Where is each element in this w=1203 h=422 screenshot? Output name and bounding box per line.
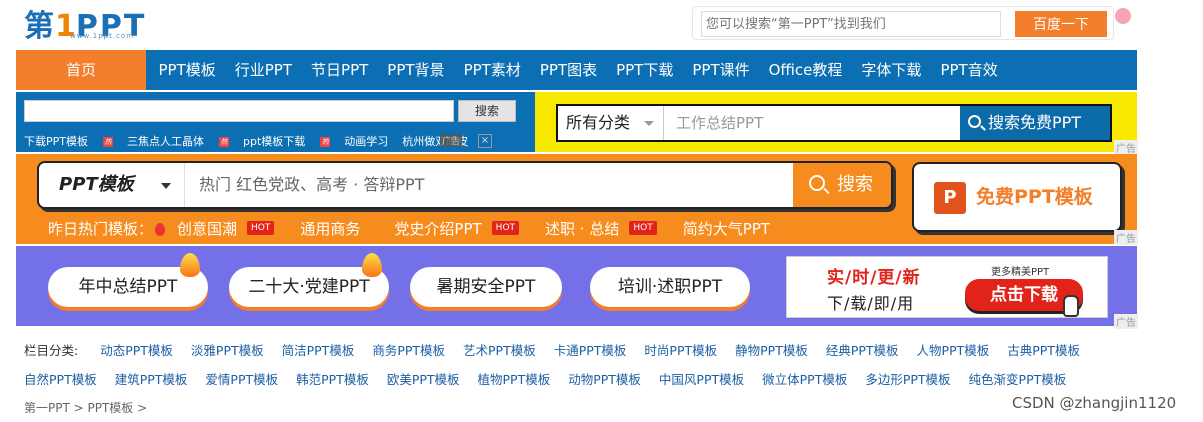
nav-item[interactable]: 字体下载 xyxy=(852,50,931,90)
download-ad-line2: 下/载/即/用 xyxy=(827,294,915,313)
download-ad-line1: 实/时/更/新 xyxy=(827,268,921,288)
search-free-ppt-label: 搜索免费PPT xyxy=(988,113,1082,132)
ppt-search-label: 搜索 xyxy=(837,174,873,195)
nav-item[interactable]: 行业PPT xyxy=(225,50,301,90)
category-link[interactable]: 韩范PPT模板 xyxy=(296,372,369,387)
powerpoint-icon: P xyxy=(934,182,966,214)
category-link[interactable]: 静物PPT模板 xyxy=(735,343,808,358)
hot-badge-icon: 热 xyxy=(320,137,331,147)
category-link[interactable]: 微立体PPT模板 xyxy=(762,372,847,387)
nav-item[interactable]: PPT背景 xyxy=(378,50,454,90)
category-link[interactable]: 爱情PPT模板 xyxy=(205,372,278,387)
yesterday-hot-row: 昨日热门模板： 创意国潮 HOT 通用商务 党史介绍PPT HOT 述职 · 总… xyxy=(48,218,780,238)
pill-link[interactable]: 培训·述职PPT xyxy=(590,267,750,307)
yesterday-hot-label: 昨日热门模板： xyxy=(48,218,166,239)
category-link[interactable]: 古典PPT模板 xyxy=(1007,343,1080,358)
ppt-search-box: PPT模板 热门 红色党政、高考 · 答辩PPT 搜索 xyxy=(37,161,893,209)
hot-badge: HOT xyxy=(629,221,657,235)
fire-icon xyxy=(155,222,166,236)
hot-link[interactable]: 下载PPT模板 热 xyxy=(24,133,113,149)
pointer-hand-icon xyxy=(1063,295,1079,317)
category-search-input[interactable]: 工作总结PPT xyxy=(676,106,954,140)
category-link[interactable]: 中国风PPT模板 xyxy=(659,372,744,387)
ad-search-button[interactable]: 搜索 xyxy=(458,100,516,122)
nav-item[interactable]: 节日PPT xyxy=(302,50,378,90)
nav-item[interactable]: PPT音效 xyxy=(931,50,1007,90)
chevron-down-icon xyxy=(161,183,171,189)
hot-link-label: ppt模板下载 xyxy=(243,135,306,148)
category-link[interactable]: 淡雅PPT模板 xyxy=(191,343,264,358)
logo-part-1: 第 xyxy=(24,9,55,44)
nav-item[interactable]: Office教程 xyxy=(759,50,852,90)
download-ad[interactable]: 实/时/更/新 下/载/即/用 更多精美PPT 点击下载 xyxy=(786,256,1108,318)
category-link[interactable]: 多边形PPT模板 xyxy=(865,372,950,387)
category-link[interactable]: 人物PPT模板 xyxy=(917,343,990,358)
search-icon xyxy=(809,175,825,191)
category-link[interactable]: 纯色渐变PPT模板 xyxy=(969,372,1067,387)
category-link[interactable]: 卡通PPT模板 xyxy=(554,343,627,358)
category-link[interactable]: 动物PPT模板 xyxy=(568,372,641,387)
nav-item[interactable]: PPT素材 xyxy=(454,50,530,90)
search-free-ppt-button[interactable]: 搜索免费PPT xyxy=(960,106,1110,140)
category-link[interactable]: 经典PPT模板 xyxy=(826,343,899,358)
hot-link-label: 下载PPT模板 xyxy=(24,135,88,148)
hot-badge: HOT xyxy=(491,221,520,235)
hot-link[interactable]: 三焦点人工晶体 热 xyxy=(127,133,229,149)
pill-link[interactable]: 暑期安全PPT xyxy=(410,267,562,307)
nav-items: PPT模板 行业PPT 节日PPT PPT背景 PPT素材 PPT图表 PPT下… xyxy=(149,50,1007,90)
ppt-search-button[interactable]: 搜索 xyxy=(793,163,891,207)
breadcrumb: 第一PPT > PPT模板 > xyxy=(24,401,148,415)
category-search-box: 所有分类 工作总结PPT 搜索免费PPT xyxy=(556,104,1112,142)
hot-template-link[interactable]: 创意国潮 xyxy=(177,218,237,239)
category-link[interactable]: 动态PPT模板 xyxy=(100,343,173,358)
category-link[interactable]: 艺术PPT模板 xyxy=(463,343,536,358)
category-link[interactable]: 商务PPT模板 xyxy=(372,343,445,358)
ppt-search-input[interactable]: 热门 红色党政、高考 · 答辩PPT xyxy=(199,163,789,207)
hot-link[interactable]: ppt模板下载 热 xyxy=(243,133,331,149)
hot-template-link[interactable]: 简约大气PPT xyxy=(683,218,770,239)
category-list: 栏目分类: 动态PPT模板 淡雅PPT模板 简洁PPT模板 商务PPT模板 艺术… xyxy=(24,336,1134,394)
hot-badge-icon: 热 xyxy=(103,137,113,147)
close-icon[interactable]: × xyxy=(478,134,492,148)
download-ad-more: 更多精美PPT xyxy=(991,267,1050,278)
ad-label: 广告 xyxy=(1114,140,1138,155)
search-icon xyxy=(968,115,981,128)
nav-home[interactable]: 首页 xyxy=(16,50,146,90)
hot-badge-icon: 热 xyxy=(219,137,229,147)
chevron-down-icon xyxy=(644,121,654,126)
logo-url: www.1ppt.com xyxy=(70,32,135,40)
hot-link[interactable]: 动画学习 xyxy=(344,133,388,149)
yesterday-hot-text: 昨日热门模板： xyxy=(48,219,154,238)
ad-label: 广告 xyxy=(1114,230,1138,245)
category-link[interactable]: 简洁PPT模板 xyxy=(282,343,355,358)
category-link[interactable]: 建筑PPT模板 xyxy=(115,372,188,387)
top-search-bar: 百度一下 xyxy=(692,6,1114,40)
hot-link-label: 三焦点人工晶体 xyxy=(127,135,204,148)
nav-item[interactable]: PPT课件 xyxy=(683,50,759,90)
category-link[interactable]: 欧美PPT模板 xyxy=(387,372,460,387)
hot-template-link[interactable]: 党史介绍PPT xyxy=(394,218,481,239)
watermark: CSDN @zhangjin1120 xyxy=(1012,394,1177,412)
top-search-input[interactable] xyxy=(701,11,1001,37)
baidu-search-button[interactable]: 百度一下 xyxy=(1015,11,1107,37)
main-nav: 首页 PPT模板 行业PPT 节日PPT PPT背景 PPT素材 PPT图表 P… xyxy=(16,50,1137,90)
category-list-label: 栏目分类: xyxy=(24,343,79,358)
nav-item[interactable]: PPT下载 xyxy=(607,50,683,90)
category-link[interactable]: 植物PPT模板 xyxy=(478,372,551,387)
free-ppt-template-button[interactable]: P 免费PPT模板 xyxy=(912,162,1122,232)
ad-label: 广告 xyxy=(1114,314,1138,329)
ad-tag: 广告 xyxy=(440,134,463,147)
decorative-ball xyxy=(1115,8,1131,24)
hot-template-link[interactable]: 述职 · 总结 xyxy=(545,218,619,239)
hot-template-link[interactable]: 通用商务 xyxy=(300,218,360,239)
ad-hot-links: 下载PPT模板热 三焦点人工晶体热 ppt模板下载热 动画学习 杭州做双眼皮 xyxy=(24,133,482,149)
hot-badge: HOT xyxy=(247,221,275,235)
category-link[interactable]: 时尚PPT模板 xyxy=(644,343,717,358)
ad-search-input[interactable] xyxy=(24,100,454,122)
category-link[interactable]: 自然PPT模板 xyxy=(24,372,97,387)
nav-item[interactable]: PPT模板 xyxy=(149,50,225,90)
free-ppt-template-label: 免费PPT模板 xyxy=(976,186,1093,208)
nav-item[interactable]: PPT图表 xyxy=(530,50,606,90)
